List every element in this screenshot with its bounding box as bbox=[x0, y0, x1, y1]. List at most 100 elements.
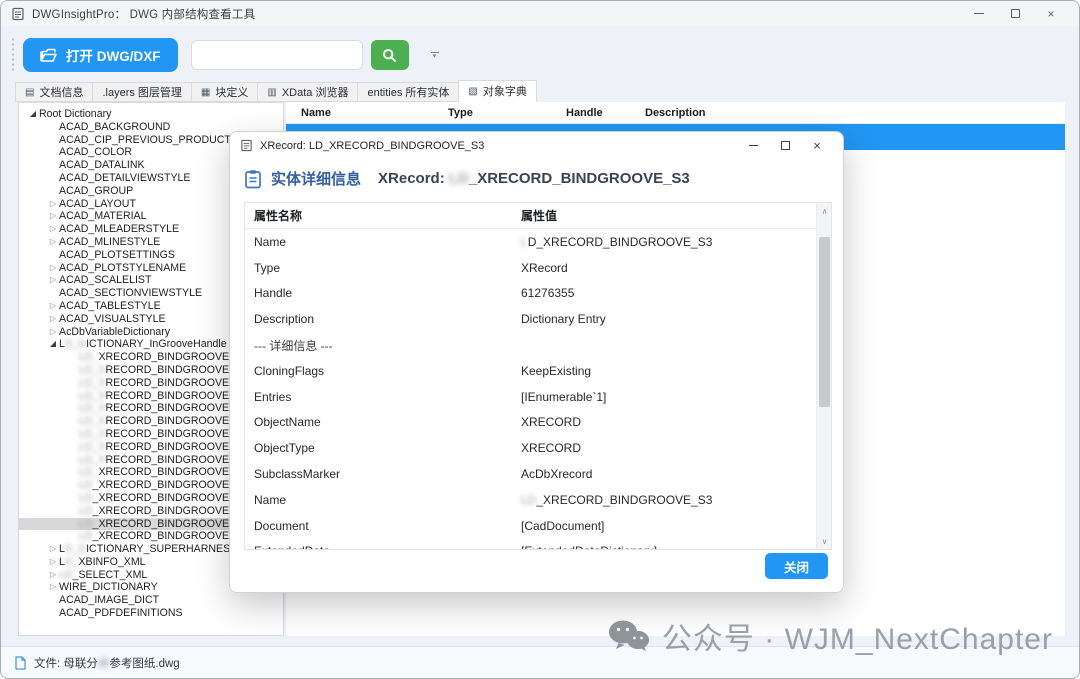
property-rows: NameLD_XRECORD_BINDGROOVE_S3TypeXRecordH… bbox=[245, 229, 816, 549]
dialog-close-icon[interactable]: × bbox=[801, 132, 833, 159]
property-row[interactable]: DescriptionDictionary Entry bbox=[245, 306, 816, 332]
property-value-text: D_XRECORD_BINDGROOVE_S3 bbox=[528, 235, 713, 249]
expander-closed-icon[interactable]: ▷ bbox=[47, 543, 59, 556]
property-name: --- 详细信息 --- bbox=[245, 337, 521, 354]
tab-entities[interactable]: entities 所有实体 bbox=[357, 82, 459, 102]
expander-closed-icon[interactable]: ▷ bbox=[47, 236, 59, 249]
status-bar: 文件: 母联分闸参考图纸.dwg bbox=[1, 646, 1079, 678]
redacted-text: D_D bbox=[65, 543, 86, 556]
tree-label: Root Dictionary bbox=[39, 108, 111, 121]
clipboard-icon bbox=[244, 169, 262, 189]
property-row[interactable]: Handle61276355 bbox=[245, 281, 816, 307]
redacted-text: LD bbox=[521, 493, 536, 507]
redacted-text: LD bbox=[79, 505, 93, 518]
entity-detail-dialog: XRecord: LD_XRECORD_BINDGROOVE_S3 × 实体详细… bbox=[229, 131, 844, 593]
expander-closed-icon[interactable]: ▷ bbox=[47, 581, 59, 594]
property-value-text: _XRECORD_BINDGROOVE_S3 bbox=[536, 493, 712, 507]
search-input[interactable] bbox=[191, 40, 363, 70]
property-value: XRECORD bbox=[521, 415, 816, 429]
scroll-down-icon[interactable]: ∨ bbox=[817, 533, 832, 549]
tab-label: 文档信息 bbox=[39, 84, 83, 100]
grid-column-name[interactable]: Name bbox=[286, 107, 448, 119]
redacted-text: D_ bbox=[65, 556, 79, 569]
expander-closed-icon[interactable]: ▷ bbox=[47, 223, 59, 236]
property-row[interactable]: NameLD_XRECORD_BINDGROOVE_S3 bbox=[245, 229, 816, 255]
tree-label: ACAD_IMAGE_DICT bbox=[59, 594, 159, 607]
grid-column-description[interactable]: Description bbox=[645, 107, 1065, 119]
expander-closed-icon[interactable]: ▷ bbox=[47, 198, 59, 211]
tree-label: ACAD_LAYOUT bbox=[59, 198, 136, 211]
expander-closed-icon[interactable]: ▷ bbox=[47, 569, 59, 582]
tree-label: ACAD_TABLESTYLE bbox=[59, 300, 161, 313]
property-row[interactable]: CloningFlagsKeepExisting bbox=[245, 358, 816, 384]
toolbar: 打开 DWG/DXF ▾ bbox=[11, 33, 1069, 77]
open-dwg-button[interactable]: 打开 DWG/DXF bbox=[23, 38, 178, 72]
minimize-icon[interactable] bbox=[961, 1, 997, 26]
toolbar-grip-handle[interactable] bbox=[11, 37, 15, 73]
property-value-text: AcDbXrecord bbox=[521, 467, 592, 481]
property-row[interactable]: NameLD_XRECORD_BINDGROOVE_S3 bbox=[245, 487, 816, 513]
property-row[interactable]: Document[CadDocument] bbox=[245, 513, 816, 539]
property-row[interactable]: SubclassMarkerAcDbXrecord bbox=[245, 461, 816, 487]
tab-label: entities 所有实体 bbox=[367, 84, 449, 100]
expander-closed-icon[interactable]: ▷ bbox=[47, 274, 59, 287]
expander-closed-icon[interactable]: ▷ bbox=[47, 326, 59, 339]
close-icon[interactable]: × bbox=[1033, 1, 1069, 26]
redacted-text: LD_X bbox=[79, 364, 106, 377]
redacted-text: LD_X bbox=[79, 454, 106, 467]
expander-closed-icon[interactable]: ▷ bbox=[47, 300, 59, 313]
property-row[interactable]: ObjectNameXRECORD bbox=[245, 410, 816, 436]
dialog-maximize-icon[interactable] bbox=[769, 132, 801, 159]
dialog-footer: 关闭 bbox=[230, 548, 843, 592]
property-section-row[interactable]: --- 详细信息 --- bbox=[245, 332, 816, 358]
tree-label: ACAD_PLOTSTYLENAME bbox=[59, 262, 186, 275]
toolbar-overflow-icon[interactable]: ▾ bbox=[431, 52, 439, 59]
tab-xdata[interactable]: ▥XData 浏览器 bbox=[257, 82, 358, 102]
property-row[interactable]: TypeXRecord bbox=[245, 255, 816, 281]
grid-column-type[interactable]: Type bbox=[448, 107, 566, 119]
window-title: DWGInsightPro： DWG 内部结构查看工具 bbox=[32, 6, 255, 22]
property-value: [IEnumerable`1] bbox=[521, 390, 816, 404]
search-button[interactable] bbox=[371, 40, 409, 70]
tab-doc-info[interactable]: ▤文档信息 bbox=[15, 82, 93, 102]
dialog-scrollbar[interactable]: ∧ ∨ bbox=[816, 203, 831, 549]
scroll-up-icon[interactable]: ∧ bbox=[817, 203, 832, 219]
tree-item[interactable]: ACAD_PDFDEFINITIONS bbox=[19, 607, 283, 620]
dictionary-icon: ▧ bbox=[468, 86, 477, 97]
property-value: [CadDocument] bbox=[521, 519, 816, 533]
property-name: Name bbox=[245, 493, 521, 507]
expander-open-icon[interactable]: ◢ bbox=[47, 338, 59, 351]
expander-closed-icon[interactable]: ▷ bbox=[47, 313, 59, 326]
tree-label: ACAD_MLINESTYLE bbox=[59, 236, 160, 249]
property-name: Document bbox=[245, 519, 521, 533]
scrollbar-thumb[interactable] bbox=[819, 237, 830, 407]
file-icon bbox=[14, 656, 27, 670]
expander-open-icon[interactable]: ◢ bbox=[27, 108, 39, 121]
tab-label: XData 浏览器 bbox=[282, 84, 349, 100]
tree-label: ACAD_MATERIAL bbox=[59, 210, 147, 223]
tab-layers[interactable]: .layers 图层管理 bbox=[92, 82, 191, 102]
expander-closed-icon[interactable]: ▷ bbox=[47, 210, 59, 223]
property-row[interactable]: Entries[IEnumerable`1] bbox=[245, 384, 816, 410]
maximize-icon[interactable] bbox=[997, 1, 1033, 26]
tree-label: _XRECORD_BINDGROOVE_S3 bbox=[93, 518, 248, 531]
dialog-title: XRecord: LD_XRECORD_BINDGROOVE_S3 bbox=[260, 140, 484, 152]
tab-dictionary[interactable]: ▧对象字典 bbox=[458, 80, 536, 102]
expander-closed-icon[interactable]: ▷ bbox=[47, 556, 59, 569]
grid-column-handle[interactable]: Handle bbox=[566, 107, 645, 119]
dialog-minimize-icon[interactable] bbox=[737, 132, 769, 159]
redacted-text: LD bbox=[79, 518, 93, 531]
tab-strip: ▤文档信息.layers 图层管理▦块定义▥XData 浏览器 entities … bbox=[15, 81, 536, 102]
property-value: Dictionary Entry bbox=[521, 312, 816, 326]
tree-item[interactable]: ACAD_IMAGE_DICT bbox=[19, 594, 283, 607]
tree-item[interactable]: ◢Root Dictionary bbox=[19, 108, 283, 121]
detail-info-label: 实体详细信息 bbox=[271, 168, 361, 189]
property-row[interactable]: ObjectTypeXRECORD bbox=[245, 435, 816, 461]
close-dialog-button[interactable]: 关闭 bbox=[765, 553, 828, 579]
tree-label: WIRE_DICTIONARY bbox=[59, 581, 158, 594]
redacted-text: LD_ bbox=[79, 466, 98, 479]
expander-closed-icon[interactable]: ▷ bbox=[47, 262, 59, 275]
property-value: LD_XRECORD_BINDGROOVE_S3 bbox=[521, 235, 816, 249]
tab-blocks[interactable]: ▦块定义 bbox=[191, 82, 258, 102]
redacted-text: LD_X bbox=[79, 441, 106, 454]
